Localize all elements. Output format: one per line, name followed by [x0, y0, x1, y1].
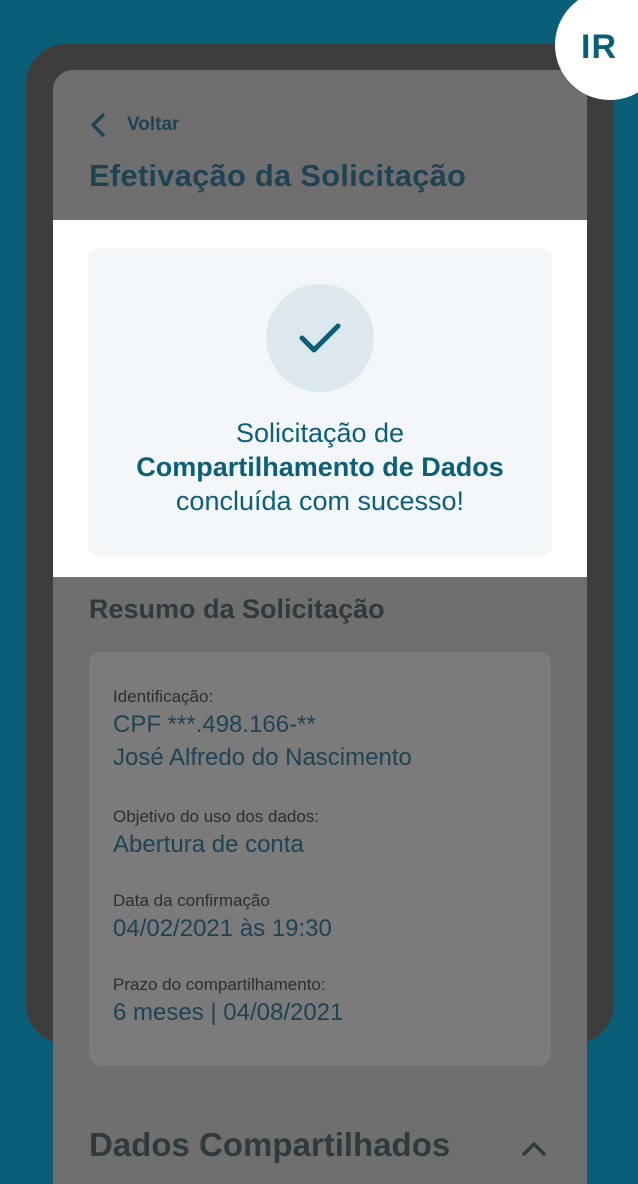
ir-badge-text: IR	[581, 28, 617, 66]
purpose-field: Objetivo do uso dos dados: Abertura de c…	[113, 806, 319, 861]
purpose-label: Objetivo do uso dos dados:	[113, 807, 320, 826]
success-line-1: Solicitação de	[235, 418, 405, 448]
chevron-up-icon[interactable]	[519, 1138, 549, 1160]
check-icon	[299, 323, 341, 353]
back-label: Voltar	[127, 114, 180, 135]
sharing-period-label: Prazo do compartilhamento:	[113, 975, 326, 994]
page-title: Efetivação da Solicitação	[89, 158, 467, 193]
success-check-badge	[266, 284, 374, 392]
summary-card: Identificação: CPF ***.498.166-** José A…	[89, 652, 551, 1066]
purpose-value: Abertura de conta	[113, 831, 304, 858]
confirmation-date-value: 04/02/2021 às 19:30	[113, 915, 332, 942]
confirmation-date-label: Data da confirmação	[113, 891, 270, 910]
success-line-2: Compartilhamento de Dados	[136, 452, 504, 482]
summary-title: Resumo da Solicitação	[89, 594, 385, 624]
identification-field: Identificação: CPF ***.498.166-** José A…	[113, 686, 412, 774]
name-value: José Alfredo do Nascimento	[113, 744, 412, 771]
sharing-period-value: 6 meses | 04/08/2021	[113, 999, 344, 1026]
shared-data-title[interactable]: Dados Compartilhados	[89, 1126, 450, 1164]
success-card: Solicitação de Compartilhamento de Dados…	[88, 248, 552, 557]
confirmation-date-field: Data da confirmação 04/02/2021 às 19:30	[113, 890, 332, 945]
cpf-value: CPF ***.498.166-**	[113, 711, 316, 738]
success-message: Solicitação de Compartilhamento de Dados…	[88, 416, 552, 518]
success-panel: Solicitação de Compartilhamento de Dados…	[53, 220, 587, 577]
identification-label: Identificação:	[113, 687, 214, 706]
success-line-3: concluída com sucesso!	[175, 486, 465, 516]
chevron-left-icon	[91, 113, 105, 137]
app-screen: Voltar Efetivação da Solicitação Solicit…	[53, 70, 587, 1184]
sharing-period-field: Prazo do compartilhamento: 6 meses | 04/…	[113, 974, 343, 1029]
back-button[interactable]: Voltar	[87, 110, 179, 140]
